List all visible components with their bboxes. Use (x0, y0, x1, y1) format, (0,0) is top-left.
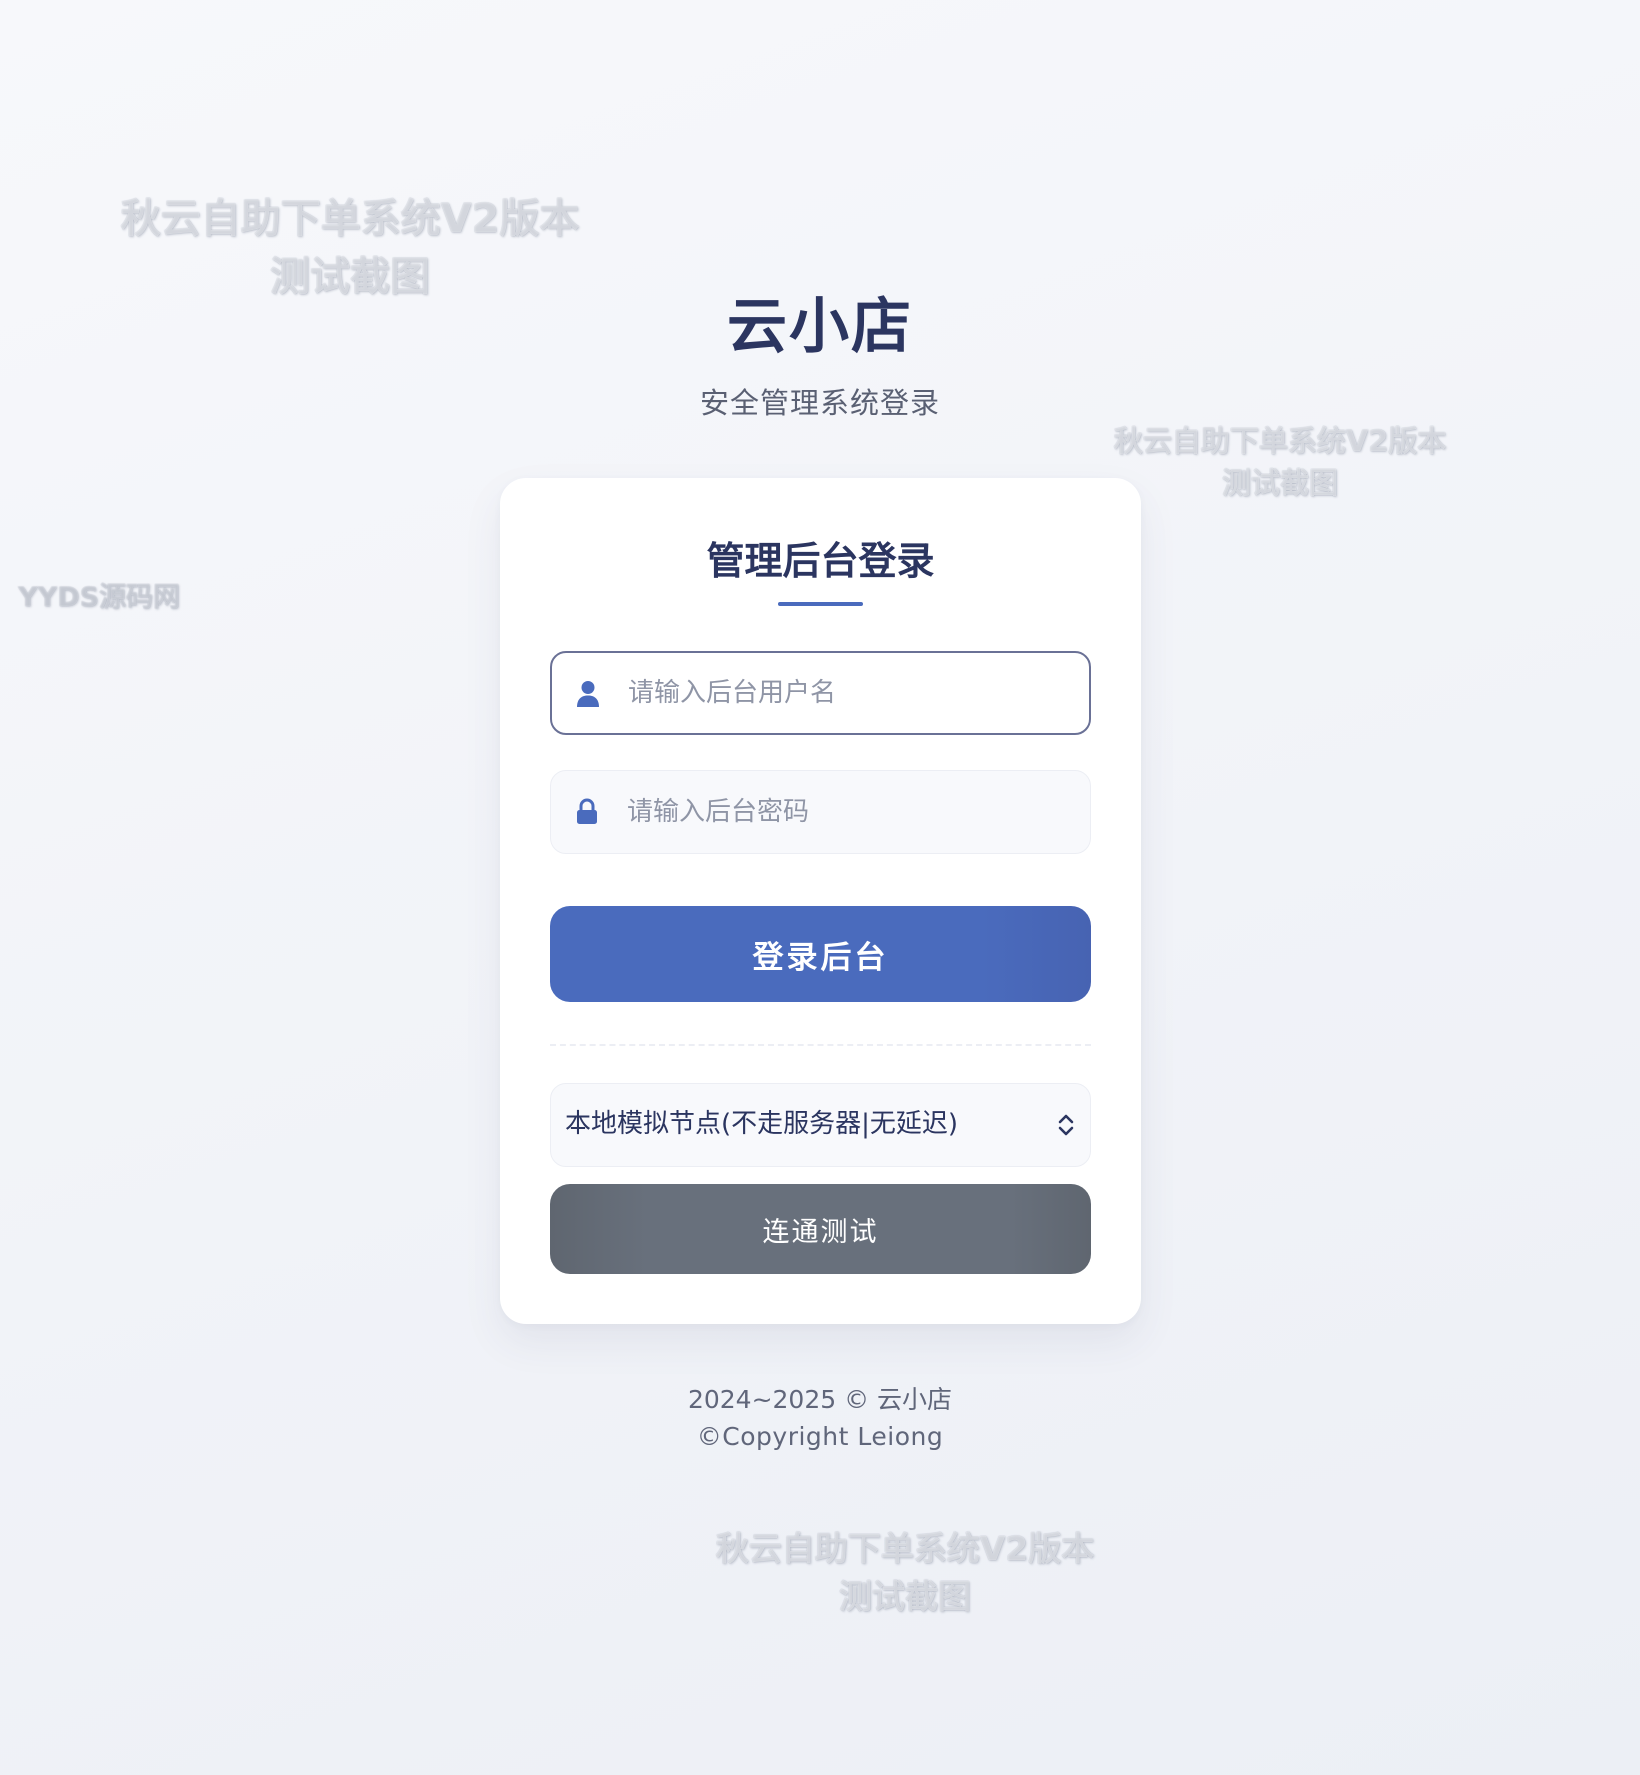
login-card: 管理后台登录 登录后台 本地模拟节点(不走服务器|无延迟) (500, 478, 1141, 1324)
username-field[interactable] (550, 651, 1091, 735)
footer-years: 2024~2025 © 云小店 (687, 1385, 953, 1414)
node-select[interactable]: 本地模拟节点(不走服务器|无延迟) (550, 1083, 1091, 1167)
title-underline (778, 602, 863, 606)
footer-copyright: ©Copyright Leiong (696, 1422, 944, 1451)
watermark: YYDS源码网 (18, 582, 180, 613)
user-icon (576, 680, 600, 708)
login-button[interactable]: 登录后台 (550, 906, 1091, 1002)
watermark-line: 测试截图 (839, 1576, 971, 1616)
chevron-up-down-icon (1056, 1112, 1076, 1138)
connectivity-test-button[interactable]: 连通测试 (550, 1184, 1091, 1274)
brand-title: 云小店 (727, 292, 913, 362)
watermark: 秋云自助下单系统V2版本 测试截图 (700, 1525, 1110, 1621)
watermark-line: 秋云自助下单系统V2版本 (715, 1529, 1095, 1568)
username-input[interactable] (628, 653, 1068, 733)
password-field[interactable] (550, 770, 1091, 854)
watermark: 秋云自助下单系统V2版本 测试截图 (1100, 420, 1460, 504)
page-subtitle: 安全管理系统登录 (699, 386, 940, 420)
node-select-value: 本地模拟节点(不走服务器|无延迟) (565, 1109, 959, 1139)
lock-icon (575, 798, 599, 826)
divider (550, 1044, 1091, 1046)
card-title: 管理后台登录 (706, 539, 935, 583)
password-input[interactable] (627, 771, 1067, 853)
watermark-line: 秋云自助下单系统V2版本 (1113, 424, 1447, 458)
watermark-line: 秋云自助下单系统V2版本 (120, 196, 580, 242)
watermark-line: 测试截图 (1221, 466, 1338, 501)
